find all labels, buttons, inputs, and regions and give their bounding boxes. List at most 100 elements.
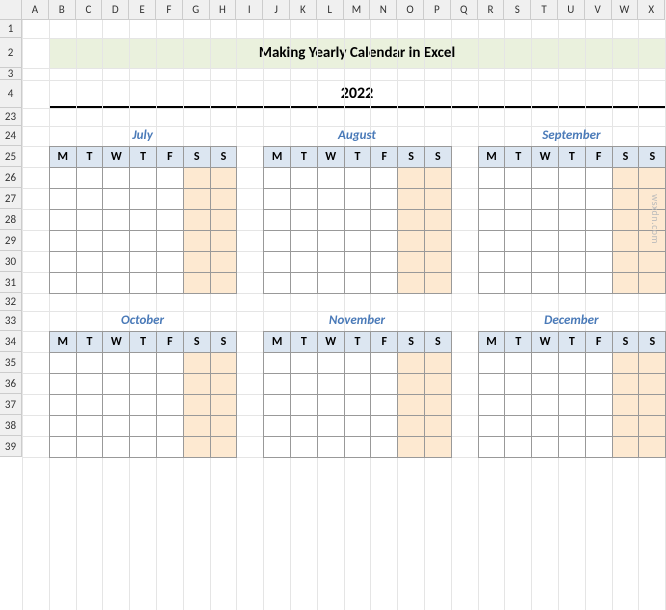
calendar-cell[interactable]	[210, 210, 237, 231]
calendar-cell[interactable]	[532, 231, 559, 252]
calendar-cell[interactable]	[505, 416, 532, 437]
calendar-cell[interactable]	[317, 210, 344, 231]
calendar-cell[interactable]	[210, 168, 237, 189]
row-header-4[interactable]: 4	[0, 80, 22, 108]
calendar-cell[interactable]	[424, 395, 451, 416]
calendar-cell[interactable]	[76, 210, 103, 231]
calendar-cell[interactable]	[49, 437, 76, 458]
calendar-cell[interactable]	[210, 252, 237, 273]
calendar-cell[interactable]	[210, 189, 237, 210]
col-header-V[interactable]: V	[585, 0, 612, 20]
calendar-cell[interactable]	[585, 252, 612, 273]
calendar-cell[interactable]	[585, 416, 612, 437]
calendar-cell[interactable]	[156, 252, 183, 273]
row-header-38[interactable]: 38	[0, 415, 22, 436]
calendar-cell[interactable]	[639, 437, 666, 458]
calendar-cell[interactable]	[639, 395, 666, 416]
calendar-cell[interactable]	[505, 437, 532, 458]
calendar-cell[interactable]	[612, 416, 639, 437]
calendar-cell[interactable]	[290, 353, 317, 374]
calendar-cell[interactable]	[478, 231, 505, 252]
calendar-cell[interactable]	[558, 273, 585, 294]
calendar-cell[interactable]	[49, 374, 76, 395]
calendar-cell[interactable]	[585, 437, 612, 458]
calendar-cell[interactable]	[478, 416, 505, 437]
calendar-cell[interactable]	[183, 374, 210, 395]
calendar-cell[interactable]	[371, 395, 398, 416]
calendar-cell[interactable]	[210, 231, 237, 252]
calendar-cell[interactable]	[103, 252, 130, 273]
calendar-cell[interactable]	[532, 353, 559, 374]
calendar-cell[interactable]	[478, 168, 505, 189]
calendar-cell[interactable]	[344, 273, 371, 294]
calendar-cell[interactable]	[505, 252, 532, 273]
col-header-U[interactable]: U	[558, 0, 585, 20]
calendar-cell[interactable]	[344, 189, 371, 210]
col-header-M[interactable]: M	[344, 0, 371, 20]
calendar-cell[interactable]	[371, 273, 398, 294]
calendar-cell[interactable]	[156, 168, 183, 189]
row-header-28[interactable]: 28	[0, 209, 22, 230]
select-all-corner[interactable]	[0, 0, 22, 20]
calendar-cell[interactable]	[639, 353, 666, 374]
calendar-cell[interactable]	[210, 374, 237, 395]
calendar-cell[interactable]	[344, 353, 371, 374]
calendar-cell[interactable]	[398, 189, 425, 210]
calendar-cell[interactable]	[317, 374, 344, 395]
calendar-cell[interactable]	[424, 437, 451, 458]
calendar-cell[interactable]	[130, 395, 157, 416]
row-header-24[interactable]: 24	[0, 126, 22, 146]
calendar-cell[interactable]	[558, 252, 585, 273]
calendar-cell[interactable]	[264, 168, 291, 189]
row-header-1[interactable]: 1	[0, 20, 22, 38]
calendar-cell[interactable]	[344, 168, 371, 189]
calendar-cell[interactable]	[344, 252, 371, 273]
calendar-cell[interactable]	[532, 189, 559, 210]
calendar-cell[interactable]	[49, 210, 76, 231]
calendar-cell[interactable]	[156, 416, 183, 437]
calendar-cell[interactable]	[317, 353, 344, 374]
calendar-cell[interactable]	[558, 210, 585, 231]
calendar-cell[interactable]	[371, 231, 398, 252]
calendar-cell[interactable]	[76, 374, 103, 395]
calendar-cell[interactable]	[264, 189, 291, 210]
row-header-29[interactable]: 29	[0, 230, 22, 251]
calendar-cell[interactable]	[156, 189, 183, 210]
calendar-cell[interactable]	[424, 210, 451, 231]
col-header-G[interactable]: G	[183, 0, 210, 20]
calendar-cell[interactable]	[398, 395, 425, 416]
calendar-cell[interactable]	[532, 273, 559, 294]
calendar-cell[interactable]	[156, 437, 183, 458]
col-header-C[interactable]: C	[76, 0, 103, 20]
calendar-cell[interactable]	[344, 395, 371, 416]
calendar-cell[interactable]	[612, 168, 639, 189]
calendar-cell[interactable]	[612, 252, 639, 273]
calendar-cell[interactable]	[558, 353, 585, 374]
calendar-cell[interactable]	[424, 374, 451, 395]
calendar-cell[interactable]	[478, 252, 505, 273]
calendar-cell[interactable]	[398, 353, 425, 374]
calendar-cell[interactable]	[585, 168, 612, 189]
col-header-W[interactable]: W	[612, 0, 639, 20]
calendar-cell[interactable]	[103, 395, 130, 416]
calendar-cell[interactable]	[612, 353, 639, 374]
calendar-cell[interactable]	[183, 416, 210, 437]
calendar-cell[interactable]	[478, 273, 505, 294]
col-header-J[interactable]: J	[263, 0, 290, 20]
calendar-cell[interactable]	[371, 437, 398, 458]
calendar-cell[interactable]	[264, 353, 291, 374]
calendar-cell[interactable]	[264, 374, 291, 395]
calendar-cell[interactable]	[478, 374, 505, 395]
calendar-cell[interactable]	[264, 395, 291, 416]
calendar-cell[interactable]	[478, 210, 505, 231]
col-header-L[interactable]: L	[317, 0, 344, 20]
calendar-cell[interactable]	[290, 374, 317, 395]
calendar-cell[interactable]	[317, 189, 344, 210]
calendar-cell[interactable]	[49, 168, 76, 189]
calendar-cell[interactable]	[398, 231, 425, 252]
calendar-cell[interactable]	[264, 437, 291, 458]
col-header-O[interactable]: O	[397, 0, 424, 20]
calendar-cell[interactable]	[130, 168, 157, 189]
calendar-cell[interactable]	[505, 210, 532, 231]
calendar-cell[interactable]	[210, 395, 237, 416]
